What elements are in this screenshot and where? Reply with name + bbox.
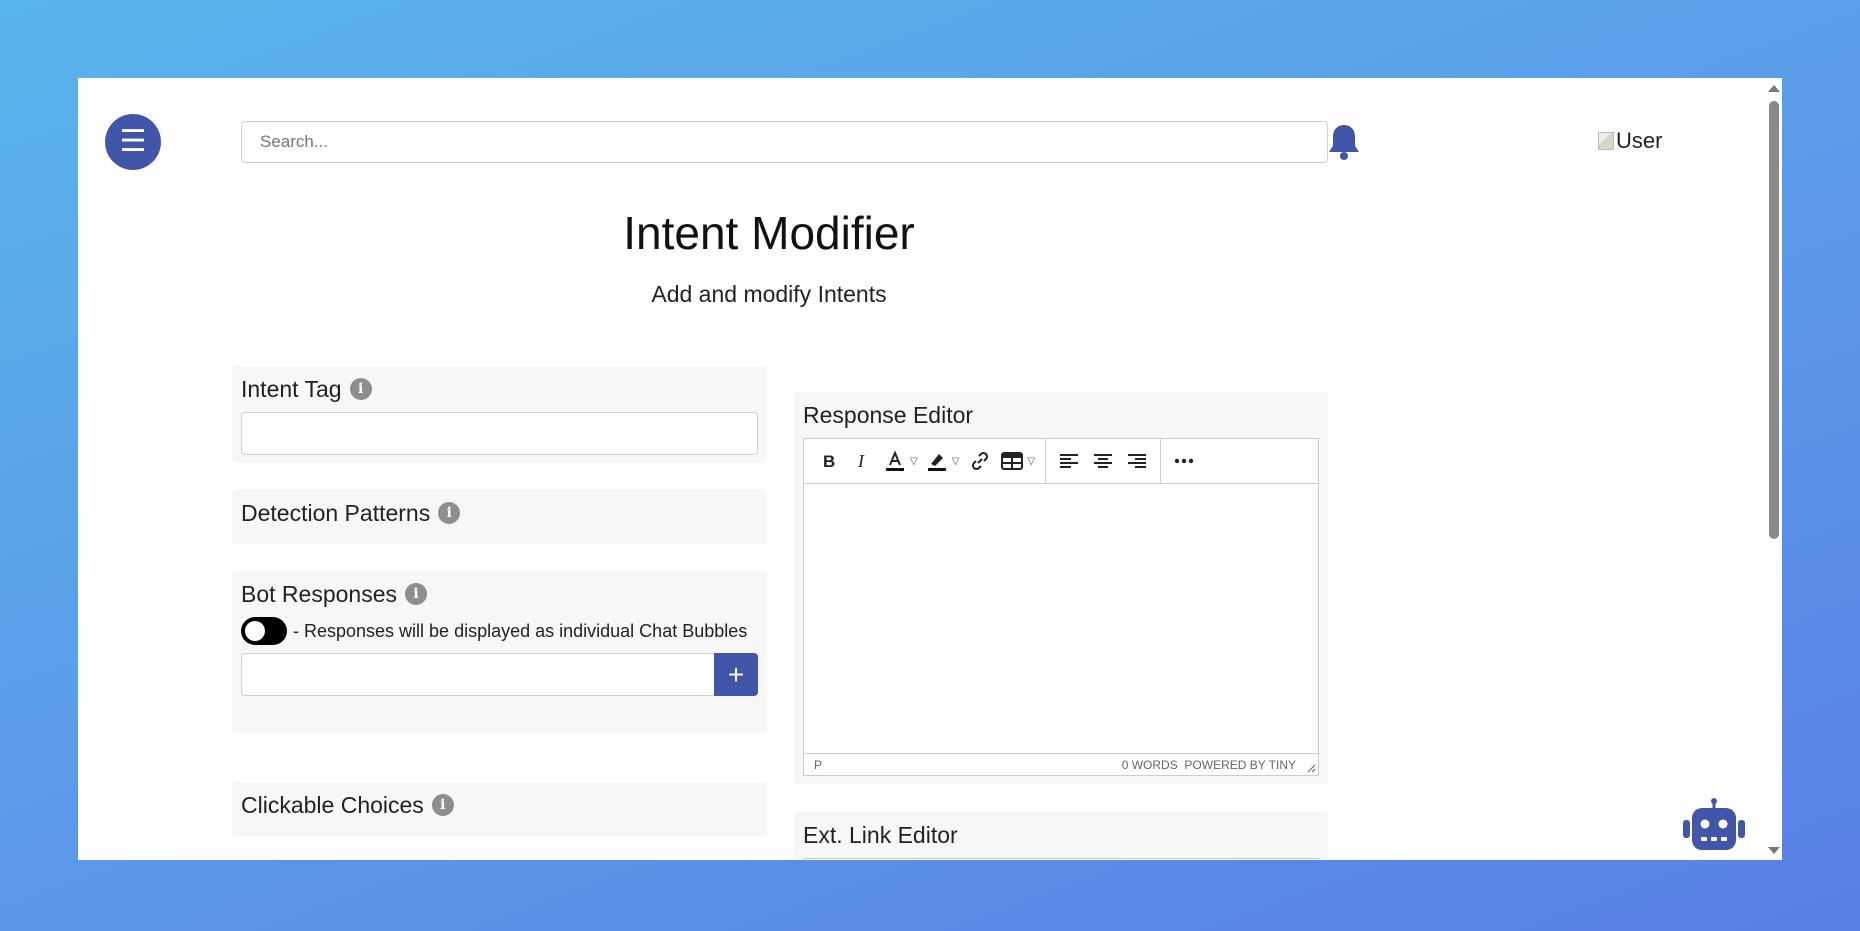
intent-tag-panel: Intent Tag i — [232, 366, 767, 462]
table-button[interactable]: ▽ — [997, 444, 1039, 478]
editor-statusbar: P 0 WORDS POWERED BY TINY — [804, 753, 1318, 775]
chevron-down-icon: ▽ — [1027, 455, 1036, 467]
word-count[interactable]: 0 WORDS — [1122, 758, 1178, 772]
svg-text:I: I — [857, 452, 865, 470]
ext-link-editor-box[interactable] — [803, 858, 1319, 860]
editor-status-right: 0 WORDS POWERED BY TINY — [1122, 758, 1296, 772]
align-right-button[interactable] — [1120, 444, 1154, 478]
highlight-icon — [927, 454, 946, 471]
avatar[interactable]: User — [1598, 126, 1662, 156]
broken-image-icon — [1598, 132, 1614, 150]
bot-responses-label: Bot Responses i — [241, 579, 758, 609]
info-icon[interactable]: i — [438, 502, 461, 524]
text-color-icon — [886, 450, 904, 471]
chat-bubbles-toggle[interactable] — [241, 617, 287, 645]
info-icon[interactable]: i — [431, 794, 454, 816]
vertical-scrollbar[interactable] — [1765, 78, 1782, 860]
chat-bubbles-toggle-row: - Responses will be displayed as individ… — [241, 617, 758, 645]
chevron-down-icon: ▽ — [951, 455, 960, 467]
info-icon[interactable]: i — [349, 378, 372, 400]
element-path[interactable]: P — [814, 758, 822, 772]
chevron-down-icon: ▽ — [910, 455, 918, 467]
bold-button[interactable]: B — [812, 444, 846, 478]
toolbar-divider — [1045, 439, 1047, 483]
more-button[interactable] — [1167, 444, 1201, 478]
toggle-knob — [245, 621, 265, 641]
intent-tag-label: Intent Tag i — [241, 374, 758, 404]
scroll-up-icon[interactable] — [1768, 85, 1780, 92]
editor-toolbar: B I ▽ ▽ ▽ — [804, 439, 1318, 484]
resize-handle-icon[interactable] — [1306, 763, 1316, 773]
page-title: Intent Modifier — [623, 207, 915, 259]
link-button[interactable] — [963, 444, 997, 478]
powered-by-link[interactable]: POWERED BY TINY — [1184, 758, 1296, 772]
clickable-choices-panel: Clickable Choices i — [232, 782, 767, 836]
align-center-button[interactable] — [1086, 444, 1120, 478]
highlight-button[interactable]: ▽ — [922, 444, 964, 478]
link-icon — [972, 451, 989, 471]
scroll-down-icon[interactable] — [1768, 847, 1780, 854]
bot-responses-panel: Bot Responses i - Responses will be disp… — [232, 571, 767, 733]
table-icon — [1001, 452, 1024, 470]
bot-response-input[interactable] — [241, 653, 714, 696]
robot-icon[interactable] — [1681, 798, 1747, 854]
bot-responses-label-text: Bot Responses — [241, 580, 397, 607]
align-left-icon — [1060, 454, 1079, 468]
ext-link-editor-label: Ext. Link Editor — [803, 820, 1319, 850]
bold-icon: B — [823, 452, 835, 470]
response-editor-label: Response Editor — [803, 400, 1319, 430]
toggle-description: - Responses will be displayed as individ… — [293, 620, 748, 641]
more-icon — [1174, 458, 1194, 464]
ext-link-editor-label-text: Ext. Link Editor — [803, 821, 958, 848]
bot-response-add-row: + — [241, 653, 758, 696]
avatar-alt-text: User — [1616, 128, 1663, 153]
toolbar-divider — [1160, 439, 1162, 483]
clickable-choices-label-text: Clickable Choices — [241, 791, 424, 818]
bell-icon[interactable] — [1326, 122, 1362, 162]
italic-button[interactable]: I — [846, 444, 880, 478]
page-subtitle: Add and modify Intents — [651, 281, 887, 307]
info-icon[interactable]: i — [404, 583, 427, 605]
align-left-button[interactable] — [1052, 444, 1086, 478]
svg-text:B: B — [823, 452, 835, 470]
response-editor-label-text: Response Editor — [803, 401, 974, 428]
detection-patterns-label-text: Detection Patterns — [241, 499, 431, 526]
rich-text-editor: B I ▽ ▽ ▽ P 0 WORDS POWERED BY TINY — [803, 438, 1319, 776]
editor-content-area[interactable] — [804, 484, 1318, 754]
intent-tag-input[interactable] — [241, 412, 758, 455]
intent-tag-label-text: Intent Tag — [241, 375, 342, 402]
align-right-icon — [1128, 454, 1147, 468]
ext-link-editor-panel: Ext. Link Editor — [794, 812, 1328, 860]
detection-patterns-panel: Detection Patterns i — [232, 490, 767, 544]
italic-icon: I — [857, 452, 865, 470]
search-input[interactable] — [241, 121, 1328, 163]
hamburger-icon: ☰ — [119, 125, 147, 158]
clickable-choices-label: Clickable Choices i — [241, 790, 758, 820]
add-response-button[interactable]: + — [714, 653, 758, 696]
align-center-icon — [1094, 454, 1113, 468]
menu-button[interactable]: ☰ — [105, 114, 161, 170]
detection-patterns-label: Detection Patterns i — [241, 498, 758, 528]
text-color-button[interactable]: ▽ — [880, 444, 922, 478]
scroll-thumb[interactable] — [1769, 101, 1779, 539]
app-window: ☰ User Intent Modifier Add and modify In… — [78, 78, 1782, 860]
